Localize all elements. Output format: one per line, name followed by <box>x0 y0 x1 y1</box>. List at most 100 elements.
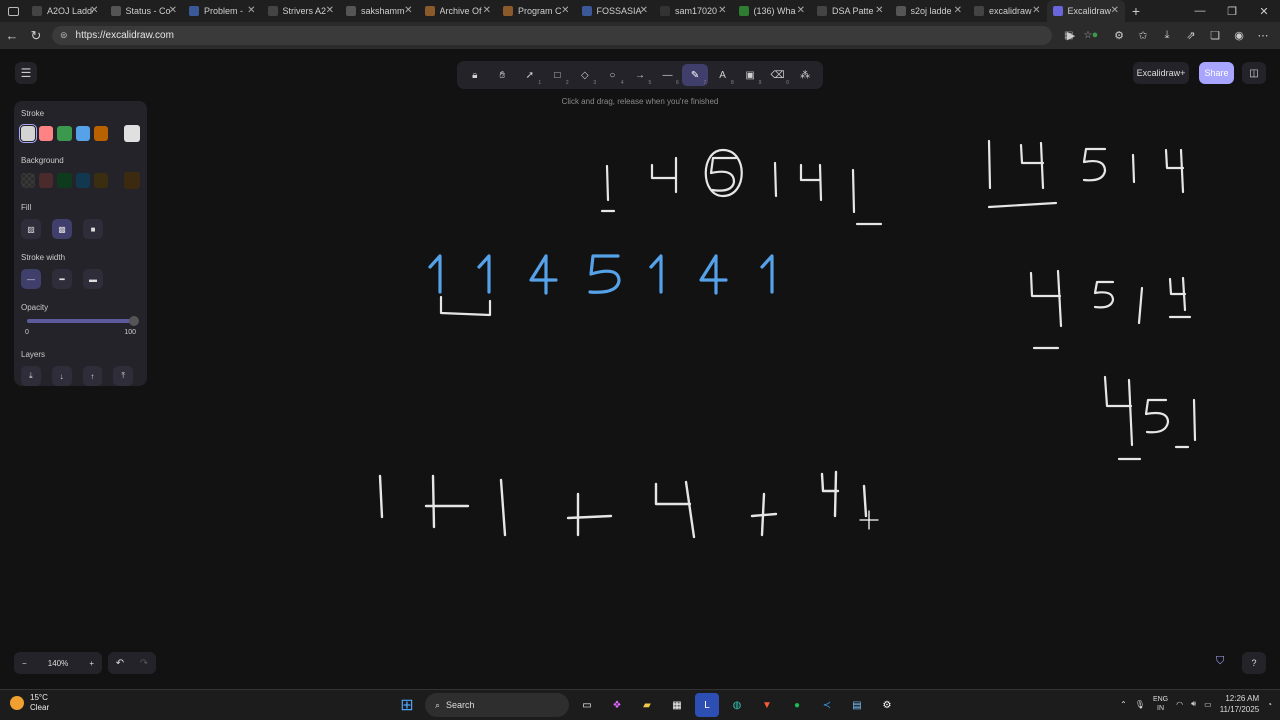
tab-close-icon[interactable]: ✕ <box>561 5 569 16</box>
stroke-color-swatch[interactable] <box>57 126 72 141</box>
send-backward-button[interactable]: ↓ <box>51 366 72 386</box>
browser-tab[interactable]: sam17020 ✕ <box>654 0 733 22</box>
tab-close-icon[interactable]: ✕ <box>90 5 98 16</box>
library-button[interactable]: ◫ <box>1242 62 1266 84</box>
bring-to-front-button[interactable]: ⤒ <box>113 366 133 386</box>
language-indicator[interactable]: ENG IN <box>1153 695 1168 713</box>
browser-tab[interactable]: Status - Co ✕ <box>105 0 184 22</box>
tray-overflow-icon[interactable]: ⌃ <box>1120 700 1127 709</box>
background-current-color[interactable] <box>123 172 141 189</box>
tab-close-icon[interactable]: ✕ <box>718 5 726 16</box>
fill-solid-button[interactable]: ■ <box>83 219 103 239</box>
media-icon[interactable]: ▶ <box>1062 26 1080 44</box>
rectangle-tool[interactable]: □ 2 <box>544 64 571 87</box>
stroke-color-swatch[interactable] <box>75 126 90 141</box>
microphone-icon[interactable]: 🎙︎ <box>1135 700 1145 709</box>
tab-close-icon[interactable]: ✕ <box>483 5 491 16</box>
background-color-swatch[interactable] <box>57 173 72 188</box>
site-info-icon[interactable]: ⊜ <box>60 30 68 41</box>
close-window-button[interactable]: ✕ <box>1248 0 1280 22</box>
draw-tool[interactable]: ✎ 7 <box>681 64 709 86</box>
tab-close-icon[interactable]: ✕ <box>797 5 805 16</box>
browser-tab[interactable]: Strivers A2 ✕ <box>262 0 341 22</box>
maximize-button[interactable]: ❐ <box>1216 0 1248 22</box>
zoom-out-button[interactable]: − <box>22 659 27 668</box>
selection-tool[interactable]: ➚ 1 <box>517 64 544 87</box>
eraser-tool[interactable]: ⌫ 0 <box>764 64 791 87</box>
spotify-icon[interactable]: ● <box>785 693 809 717</box>
fill-cross-hatch-button[interactable]: ▩ <box>52 219 72 239</box>
redo-icon[interactable]: ↷ <box>140 658 148 669</box>
stroke-width-extra-bold-button[interactable]: ▬ <box>83 269 103 289</box>
downloads-icon[interactable]: ⤓ <box>1158 26 1176 44</box>
more-icon[interactable]: ⋯ <box>1254 26 1272 44</box>
share-button[interactable]: Share <box>1199 62 1234 84</box>
battery-icon[interactable]: ▭ <box>1204 700 1212 709</box>
send-to-back-button[interactable]: ⤓ <box>21 366 41 386</box>
image-tool[interactable]: ▣ 9 <box>737 64 764 87</box>
tab-close-icon[interactable]: ✕ <box>875 5 883 16</box>
tab-close-icon[interactable]: ✕ <box>247 5 255 16</box>
line-tool[interactable]: —6 <box>654 64 681 87</box>
zoom-in-button[interactable]: + <box>89 659 94 668</box>
brave-icon[interactable]: ▼ <box>755 693 779 717</box>
taskbar-search[interactable]: ⌕ Search <box>425 693 569 717</box>
extension-icon[interactable]: ● <box>1086 26 1104 44</box>
notepad-icon[interactable]: ▤ <box>845 693 869 717</box>
profile-avatar[interactable]: ◉ <box>1230 26 1248 44</box>
window-menu-icon[interactable] <box>0 0 26 22</box>
minimize-button[interactable]: — <box>1184 0 1216 22</box>
hand-tool[interactable]: ✋︎ <box>489 64 516 86</box>
tab-close-icon[interactable]: ✕ <box>1032 5 1040 16</box>
browser-tab[interactable]: s2oj ladde ✕ <box>890 0 969 22</box>
stroke-current-color[interactable] <box>123 125 141 142</box>
tab-close-icon[interactable]: ✕ <box>1111 5 1119 16</box>
stroke-width-bold-button[interactable]: ━ <box>52 269 72 289</box>
weather-widget[interactable]: 15°C Clear <box>10 693 49 713</box>
share-page-icon[interactable]: ⇗ <box>1182 26 1200 44</box>
arrow-tool[interactable]: → 5 <box>627 64 654 87</box>
excalidraw-plus-button[interactable]: Excalidraw+ <box>1133 62 1189 84</box>
file-explorer-icon[interactable]: ▰ <box>635 693 659 717</box>
browser-tab[interactable]: (136) Wha ✕ <box>733 0 812 22</box>
background-color-swatch[interactable] <box>75 173 90 188</box>
tab-close-icon[interactable]: ✕ <box>326 5 334 16</box>
settings-app-icon[interactable]: ⚙ <box>875 693 899 717</box>
background-color-swatch[interactable] <box>21 173 36 188</box>
tab-close-icon[interactable]: ✕ <box>169 5 177 16</box>
opacity-slider-thumb[interactable] <box>129 316 139 326</box>
text-tool[interactable]: A8 <box>709 64 736 87</box>
stroke-color-swatch[interactable] <box>18 124 38 143</box>
shield-icon[interactable]: ⛉ <box>1216 655 1224 668</box>
new-tab-button[interactable]: + <box>1125 3 1147 19</box>
extensions-icon[interactable]: ⚙ <box>1110 26 1128 44</box>
start-icon[interactable]: ⊞ <box>395 693 419 717</box>
more-tools[interactable]: ⁂ <box>792 64 819 86</box>
ellipse-tool[interactable]: ○ 4 <box>599 64 626 87</box>
refresh-icon[interactable]: ↻ <box>24 28 48 44</box>
task-view-icon[interactable]: ▭ <box>575 693 599 717</box>
edge-icon[interactable]: ◍ <box>725 693 749 717</box>
browser-tab[interactable]: excalidraw ✕ <box>968 0 1047 22</box>
clock[interactable]: 12:26 AM 11/17/2025 <box>1220 693 1259 715</box>
excalidraw-canvas[interactable]: ☰ 🔒︎ ✋︎ ➚ 1 □ 2 ◇ 3 ○ 4 → 5—6 ✎ 7 A 8 ▣ 9 ⌫ 0 ⁂ Click and dr… <box>0 49 1280 689</box>
favorites-icon[interactable]: ✩ <box>1134 26 1152 44</box>
stroke-color-swatch[interactable] <box>39 126 54 141</box>
browser-tab[interactable]: FOSSASIA ✕ <box>576 0 655 22</box>
volume-icon[interactable]: 🔊︎ <box>1191 699 1196 709</box>
back-icon[interactable]: ← <box>0 28 24 43</box>
url-field[interactable]: ⊜ https://excalidraw.com ▤ ☆ <box>52 26 1092 45</box>
diamond-tool[interactable]: ◇ 3 <box>572 64 599 87</box>
opacity-slider[interactable] <box>27 316 139 326</box>
store-icon[interactable]: ▦ <box>665 693 689 717</box>
stroke-color-swatch[interactable] <box>93 126 108 141</box>
browser-tab[interactable]: A2OJ Ladde ✕ <box>26 0 105 22</box>
main-menu-button[interactable]: ☰ <box>15 62 37 84</box>
collections-icon[interactable]: ❏ <box>1206 26 1224 44</box>
background-color-swatch[interactable] <box>39 173 54 188</box>
copilot-app-icon[interactable]: ❖ <box>605 693 629 717</box>
browser-tab[interactable]: Excalidraw ✕ <box>1046 0 1125 22</box>
stroke-width-thin-button[interactable]: — <box>21 269 41 289</box>
browser-tab[interactable]: Problem - ✕ <box>183 0 262 22</box>
bring-forward-button[interactable]: ↑ <box>82 366 103 386</box>
